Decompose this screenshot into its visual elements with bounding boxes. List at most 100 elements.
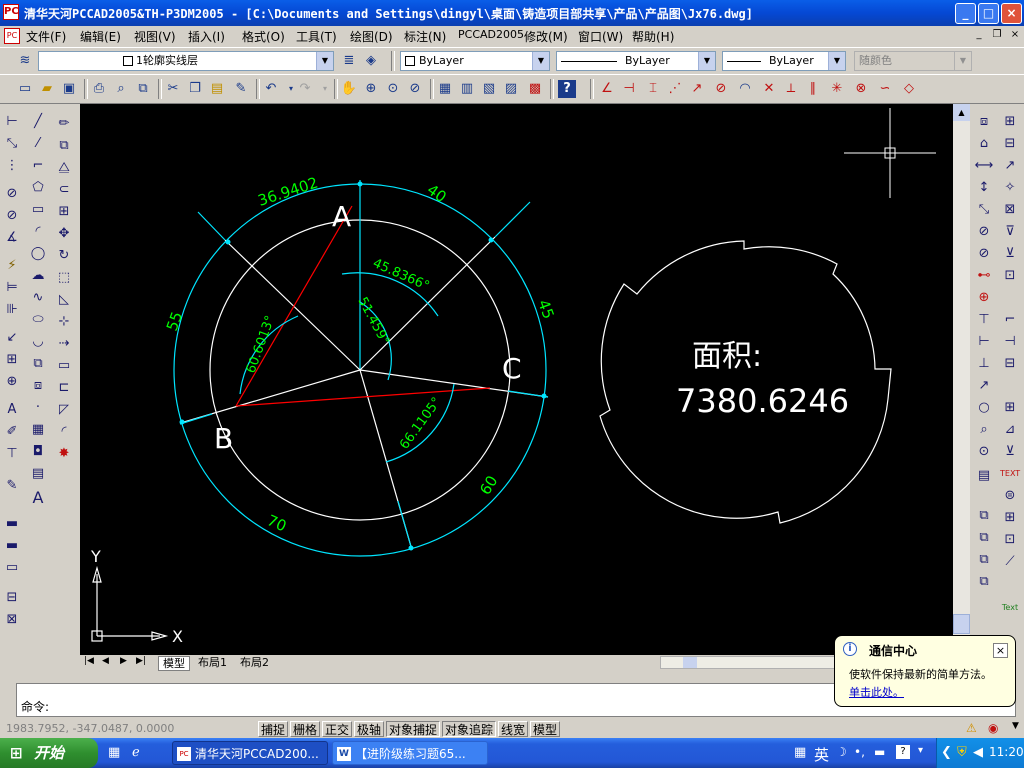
communication-center-icon[interactable]: ◉: [988, 721, 998, 735]
language-indicator[interactable]: 英: [814, 744, 829, 765]
explode-icon[interactable]: ✸: [54, 444, 74, 464]
pccad-tool-r1-icon[interactable]: ⊞: [1000, 112, 1020, 132]
design-center-icon[interactable]: ▥: [458, 80, 476, 98]
dim-edit-icon[interactable]: A: [2, 400, 22, 420]
help-icon[interactable]: ?: [558, 80, 576, 98]
grid-toggle[interactable]: 栅格: [290, 721, 321, 737]
menu-insert[interactable]: 插入(I): [188, 28, 225, 45]
copy-object-icon[interactable]: ⧉: [54, 136, 74, 156]
menu-modify[interactable]: 修改(M): [524, 28, 568, 45]
stretch-icon[interactable]: ◺: [54, 290, 74, 310]
punctuation-icon[interactable]: •,: [854, 745, 865, 759]
extend-icon[interactable]: ⇢: [54, 334, 74, 354]
pccad-rdim-icon[interactable]: ⊘: [974, 222, 994, 242]
layer-tool-2-icon[interactable]: ⧉: [974, 528, 994, 548]
moon-icon[interactable]: ☽: [836, 745, 847, 759]
break-icon[interactable]: ⊏: [54, 378, 74, 398]
security-shield-icon[interactable]: ⛨: [957, 745, 967, 760]
maximize-button[interactable]: □: [978, 3, 999, 24]
menu-view[interactable]: 视图(V): [134, 28, 176, 45]
break-at-point-icon[interactable]: ▭: [54, 356, 74, 376]
tray-expand-icon[interactable]: ❮: [941, 745, 952, 760]
ie-icon[interactable]: ℯ: [132, 745, 140, 760]
pccad-hdim-icon[interactable]: ⟷: [974, 156, 994, 176]
center-mark-icon[interactable]: ⊕: [2, 372, 22, 392]
text-tool-icon[interactable]: TEXT: [1000, 464, 1020, 484]
pccad-search-icon[interactable]: ⌕: [974, 420, 994, 440]
tolerance-icon[interactable]: ⊞: [2, 350, 22, 370]
mdi-restore-button[interactable]: ❐: [990, 28, 1004, 42]
revision-cloud-icon[interactable]: ☁: [28, 266, 48, 286]
ortho-toggle[interactable]: 正交: [322, 721, 353, 737]
tab-model[interactable]: 模型: [158, 656, 190, 671]
quick-dim-icon[interactable]: ⚡: [2, 256, 22, 276]
pccad-datum-icon[interactable]: ⊥: [974, 354, 994, 374]
volume-icon[interactable]: ◀: [973, 745, 983, 760]
pccad-circle-icon[interactable]: ○: [974, 398, 994, 418]
dim-ordinate-icon[interactable]: ⋮: [2, 156, 22, 176]
menu-window[interactable]: 窗口(W): [578, 28, 623, 45]
pccad-vdim-icon[interactable]: ↕: [974, 178, 994, 198]
polar-toggle[interactable]: 极轴: [354, 721, 385, 737]
pccad-weld-icon[interactable]: ⊷: [974, 266, 994, 286]
mdi-minimize-button[interactable]: _: [972, 28, 986, 42]
dim-baseline-icon[interactable]: ⊨: [2, 278, 22, 298]
dim-angular-icon[interactable]: ∡: [2, 228, 22, 248]
undo-icon[interactable]: ↶: [262, 80, 280, 98]
snap-toggle[interactable]: 捕捉: [258, 721, 289, 737]
snap-parallel-icon[interactable]: ∥: [804, 80, 822, 98]
warning-icon[interactable]: ⚠: [966, 721, 977, 735]
pccad-tool-r11-icon[interactable]: ⊟: [1000, 354, 1020, 374]
ime-help-icon[interactable]: ?: [896, 745, 910, 759]
tab-layout2[interactable]: 布局2: [236, 656, 273, 669]
close-button[interactable]: ×: [1001, 3, 1022, 24]
pccad-tool-r7-icon[interactable]: ⊻: [1000, 244, 1020, 264]
tool-palettes-icon[interactable]: ▧: [480, 80, 498, 98]
pccad-tool-4-icon[interactable]: ⊟: [2, 588, 22, 608]
tab-first-icon[interactable]: |◀: [84, 656, 94, 666]
layer-tool-1-icon[interactable]: ⧉: [974, 506, 994, 526]
app-icon[interactable]: PC: [3, 4, 19, 20]
mdi-close-button[interactable]: ×: [1008, 28, 1022, 42]
fillet-icon[interactable]: ◜: [54, 422, 74, 442]
pccad-tool-r9-icon[interactable]: ⌐: [1000, 310, 1020, 330]
lineweight-toggle[interactable]: 线宽: [498, 721, 529, 737]
properties-icon[interactable]: ▦: [436, 80, 454, 98]
dim-text-edit-icon[interactable]: ✐: [2, 422, 22, 442]
array-icon[interactable]: ⊞: [54, 202, 74, 222]
snap-apparent-icon[interactable]: ⋰: [666, 80, 684, 98]
snap-node-icon[interactable]: ⊗: [852, 80, 870, 98]
cut-icon[interactable]: ✂: [164, 80, 182, 98]
construction-line-icon[interactable]: ⁄: [28, 134, 48, 154]
osnap-toggle[interactable]: 对象捕捉: [386, 721, 441, 737]
spline-icon[interactable]: ∿: [28, 288, 48, 308]
offset-icon[interactable]: ⊂: [54, 180, 74, 200]
snap-center-icon[interactable]: ⊘: [712, 80, 730, 98]
pccad-tool-r18-icon[interactable]: ⟋: [1000, 552, 1020, 572]
ime-menu-icon[interactable]: ▾: [918, 745, 923, 756]
pccad-tool-r15-icon[interactable]: ⊜: [1000, 486, 1020, 506]
linetype-select[interactable]: ByLayer ▼: [556, 51, 716, 71]
menu-edit[interactable]: 编辑(E): [80, 28, 121, 45]
pccad-axis-icon[interactable]: ⊤: [974, 310, 994, 330]
pccad-bom-icon[interactable]: ▤: [974, 466, 994, 486]
trim-icon[interactable]: ⊹: [54, 312, 74, 332]
status-menu-icon[interactable]: ▼: [1012, 721, 1019, 731]
show-desktop-icon[interactable]: ▦: [108, 745, 120, 760]
pccad-tool-r6-icon[interactable]: ⊽: [1000, 222, 1020, 242]
snap-perpendicular-icon[interactable]: ⟂: [782, 80, 800, 98]
pccad-tool-r4-icon[interactable]: ✧: [1000, 178, 1020, 198]
mirror-icon[interactable]: ⧋: [54, 158, 74, 178]
snap-nearest-icon[interactable]: ∽: [876, 80, 894, 98]
snap-extension-icon[interactable]: ↗: [688, 80, 706, 98]
pccad-tool-1-icon[interactable]: ▬: [2, 514, 22, 534]
paste-icon[interactable]: ▤: [208, 80, 226, 98]
rotate-icon[interactable]: ↻: [54, 246, 74, 266]
tab-layout1[interactable]: 布局1: [194, 656, 231, 669]
pccad-tool-r17-icon[interactable]: ⊡: [1000, 530, 1020, 550]
balloon-close-button[interactable]: ×: [993, 643, 1008, 658]
insert-block-icon[interactable]: ⧉: [28, 354, 48, 374]
pccad-adim-icon[interactable]: ⤡: [974, 200, 994, 220]
match-properties-icon[interactable]: ✎: [232, 80, 250, 98]
lineweight-select[interactable]: ByLayer ▼: [722, 51, 846, 71]
